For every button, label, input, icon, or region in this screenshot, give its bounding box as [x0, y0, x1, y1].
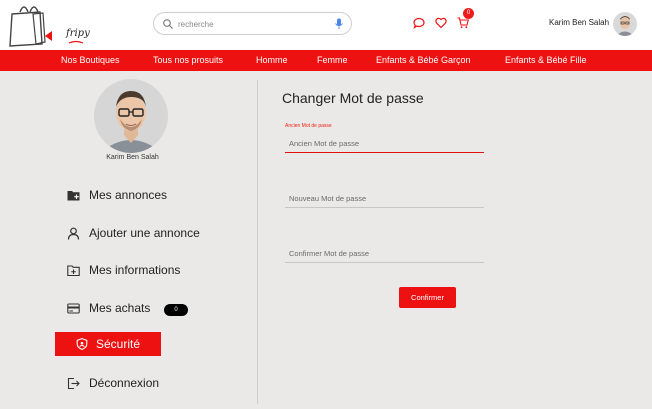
- user-icon: [67, 227, 80, 240]
- sidebar-item-securite[interactable]: Sécurité: [55, 332, 161, 356]
- folder-plus-icon: [67, 190, 80, 200]
- nav-item-nos-boutiques[interactable]: Nos Boutiques: [61, 55, 120, 65]
- sidebar-item-label: Mes informations: [89, 263, 181, 277]
- sidebar-item-mes-informations[interactable]: Mes informations: [67, 261, 180, 279]
- vertical-divider: [257, 80, 258, 404]
- logo[interactable]: fripy: [8, 2, 90, 48]
- confirm-password-field[interactable]: [285, 245, 484, 263]
- confirm-button[interactable]: Confirmer: [399, 287, 456, 308]
- purchases-count-badge: 0: [164, 304, 188, 316]
- old-password-field[interactable]: [285, 135, 484, 153]
- nav-item-enfants-garcon[interactable]: Enfants & Bébé Garçon: [376, 55, 471, 65]
- sidebar-item-label: Mes annonces: [89, 188, 168, 202]
- profile-photo-icon: [94, 79, 168, 153]
- chat-icon[interactable]: [413, 17, 425, 29]
- heart-icon[interactable]: [435, 17, 447, 29]
- sidebar-item-deconnexion[interactable]: Déconnexion: [67, 374, 159, 392]
- sidebar-item-ajouter-annonce[interactable]: Ajouter une annonce: [67, 224, 200, 242]
- nav-item-femme[interactable]: Femme: [317, 55, 348, 65]
- microphone-icon[interactable]: [334, 18, 344, 30]
- avatar-photo-icon: [613, 12, 637, 36]
- avatar[interactable]: [613, 12, 637, 36]
- shield-icon: [76, 338, 88, 350]
- nav-item-homme[interactable]: Homme: [256, 55, 288, 65]
- header-user-name[interactable]: Karim Ben Salah: [549, 18, 609, 27]
- header: fripy 0 Karim Ben Salah: [0, 0, 652, 50]
- folder-add-icon: [67, 264, 80, 276]
- search-bar[interactable]: [153, 12, 352, 35]
- sidebar-item-mes-annonces[interactable]: Mes annonces: [67, 186, 167, 204]
- sidebar-user-name: Karim Ben Salah: [106, 154, 159, 161]
- logo-swoosh-icon: [68, 40, 84, 44]
- nav-item-enfants-fille[interactable]: Enfants & Bébé Fille: [505, 55, 587, 65]
- sidebar-item-label: Mes achats: [89, 301, 151, 315]
- category-nav: Nos Boutiques Tous nos prosuits Homme Fe…: [0, 50, 652, 71]
- credit-card-icon: [67, 302, 80, 314]
- page-title: Changer Mot de passe: [282, 90, 424, 106]
- logo-text: fripy: [66, 28, 90, 39]
- sidebar-item-label: Ajouter une annonce: [89, 226, 200, 240]
- sidebar-item-label: Déconnexion: [89, 376, 160, 390]
- sidebar-item-mes-achats[interactable]: Mes achats: [67, 299, 150, 317]
- sidebar-item-label: Sécurité: [96, 337, 141, 351]
- old-password-label: Ancien Mot de passe: [285, 123, 332, 129]
- cart-count-badge: 0: [463, 8, 474, 19]
- search-icon: [163, 19, 173, 29]
- new-password-field[interactable]: [285, 190, 484, 208]
- search-input[interactable]: [178, 16, 328, 32]
- profile-avatar: [94, 79, 168, 153]
- logout-icon: [67, 377, 80, 389]
- nav-item-tous-nos-produits[interactable]: Tous nos prosuits: [153, 55, 223, 65]
